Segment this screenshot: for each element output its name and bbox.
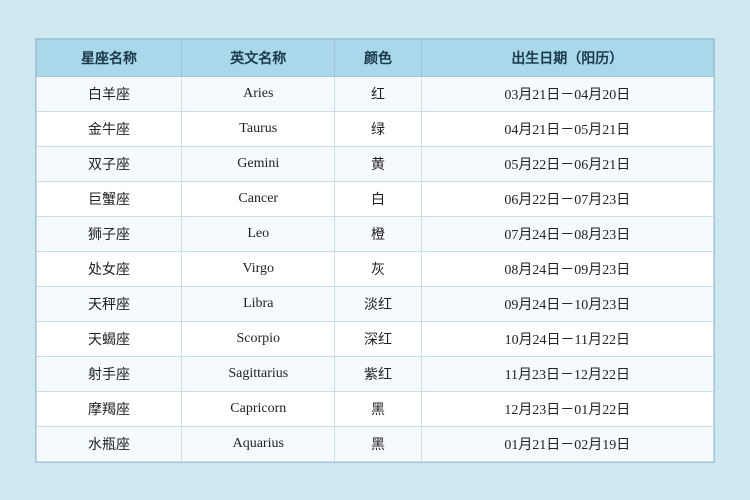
cell-color: 淡红: [335, 286, 421, 321]
cell-chinese: 巨蟹座: [37, 181, 182, 216]
cell-dates: 09月24日－10月23日: [421, 286, 713, 321]
table-row: 水瓶座Aquarius黑01月21日－02月19日: [37, 426, 714, 461]
table-row: 射手座Sagittarius紫红11月23日－12月22日: [37, 356, 714, 391]
cell-english: Virgo: [182, 251, 335, 286]
cell-english: Capricorn: [182, 391, 335, 426]
cell-english: Aquarius: [182, 426, 335, 461]
cell-english: Taurus: [182, 111, 335, 146]
table-row: 双子座Gemini黄05月22日－06月21日: [37, 146, 714, 181]
col-header-dates: 出生日期（阳历）: [421, 39, 713, 76]
cell-english: Libra: [182, 286, 335, 321]
table-row: 天秤座Libra淡红09月24日－10月23日: [37, 286, 714, 321]
cell-dates: 07月24日－08月23日: [421, 216, 713, 251]
table-row: 巨蟹座Cancer白06月22日－07月23日: [37, 181, 714, 216]
cell-color: 灰: [335, 251, 421, 286]
table-row: 摩羯座Capricorn黑12月23日－01月22日: [37, 391, 714, 426]
col-header-chinese: 星座名称: [37, 39, 182, 76]
table-row: 白羊座Aries红03月21日－04月20日: [37, 76, 714, 111]
cell-chinese: 狮子座: [37, 216, 182, 251]
cell-dates: 04月21日－05月21日: [421, 111, 713, 146]
cell-color: 白: [335, 181, 421, 216]
cell-chinese: 处女座: [37, 251, 182, 286]
cell-chinese: 金牛座: [37, 111, 182, 146]
zodiac-table: 星座名称 英文名称 颜色 出生日期（阳历） 白羊座Aries红03月21日－04…: [36, 39, 714, 462]
table-row: 天蝎座Scorpio深红10月24日－11月22日: [37, 321, 714, 356]
cell-chinese: 摩羯座: [37, 391, 182, 426]
table-row: 金牛座Taurus绿04月21日－05月21日: [37, 111, 714, 146]
cell-dates: 05月22日－06月21日: [421, 146, 713, 181]
cell-dates: 10月24日－11月22日: [421, 321, 713, 356]
cell-dates: 06月22日－07月23日: [421, 181, 713, 216]
cell-chinese: 水瓶座: [37, 426, 182, 461]
zodiac-table-wrapper: 星座名称 英文名称 颜色 出生日期（阳历） 白羊座Aries红03月21日－04…: [35, 38, 715, 463]
table-row: 狮子座Leo橙07月24日－08月23日: [37, 216, 714, 251]
cell-dates: 11月23日－12月22日: [421, 356, 713, 391]
cell-chinese: 射手座: [37, 356, 182, 391]
cell-chinese: 天蝎座: [37, 321, 182, 356]
cell-chinese: 天秤座: [37, 286, 182, 321]
cell-english: Aries: [182, 76, 335, 111]
col-header-color: 颜色: [335, 39, 421, 76]
cell-color: 黄: [335, 146, 421, 181]
cell-english: Leo: [182, 216, 335, 251]
cell-color: 黑: [335, 391, 421, 426]
cell-dates: 01月21日－02月19日: [421, 426, 713, 461]
table-row: 处女座Virgo灰08月24日－09月23日: [37, 251, 714, 286]
cell-english: Scorpio: [182, 321, 335, 356]
cell-color: 红: [335, 76, 421, 111]
cell-color: 深红: [335, 321, 421, 356]
cell-english: Gemini: [182, 146, 335, 181]
cell-color: 橙: [335, 216, 421, 251]
cell-color: 绿: [335, 111, 421, 146]
cell-english: Sagittarius: [182, 356, 335, 391]
cell-color: 黑: [335, 426, 421, 461]
cell-english: Cancer: [182, 181, 335, 216]
table-header-row: 星座名称 英文名称 颜色 出生日期（阳历）: [37, 39, 714, 76]
cell-chinese: 白羊座: [37, 76, 182, 111]
cell-color: 紫红: [335, 356, 421, 391]
cell-chinese: 双子座: [37, 146, 182, 181]
cell-dates: 12月23日－01月22日: [421, 391, 713, 426]
col-header-english: 英文名称: [182, 39, 335, 76]
cell-dates: 08月24日－09月23日: [421, 251, 713, 286]
cell-dates: 03月21日－04月20日: [421, 76, 713, 111]
table-body: 白羊座Aries红03月21日－04月20日金牛座Taurus绿04月21日－0…: [37, 76, 714, 461]
